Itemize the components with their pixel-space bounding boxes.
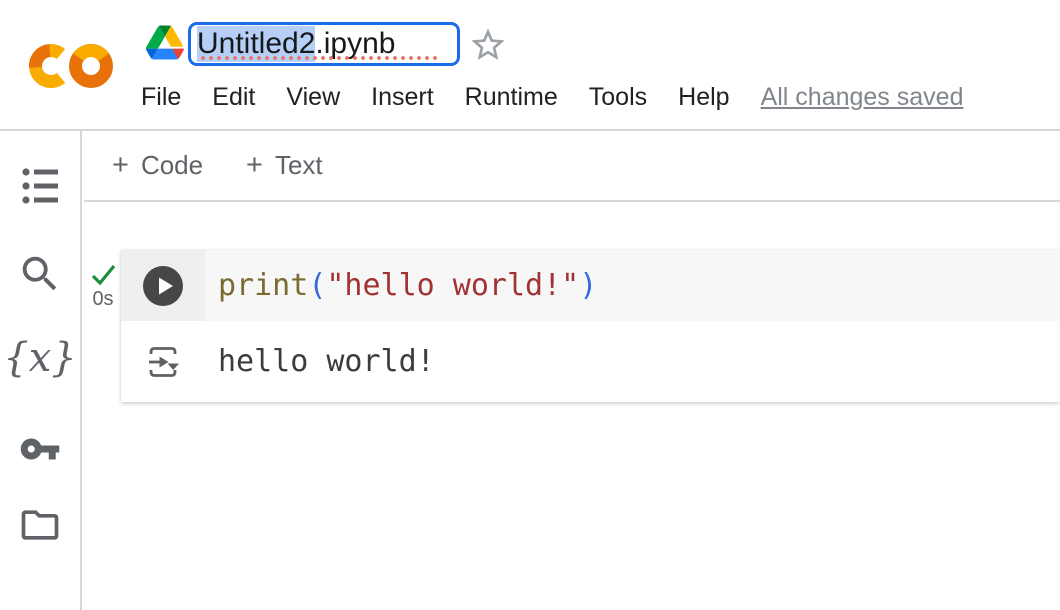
- menu-runtime[interactable]: Runtime: [465, 83, 558, 112]
- menu-insert[interactable]: Insert: [371, 83, 434, 112]
- cell-output-icon[interactable]: [146, 343, 180, 381]
- variables-icon[interactable]: {x}: [3, 334, 76, 382]
- code-token-string: "hello world!": [326, 268, 579, 303]
- filename-input[interactable]: Untitled2.ipynb: [188, 22, 460, 66]
- execution-indicator: 0s: [86, 263, 120, 311]
- star-outline-icon[interactable]: [468, 25, 508, 65]
- cell-output-row: hello world!: [121, 321, 1060, 402]
- table-of-contents-icon[interactable]: [22, 167, 58, 205]
- add-text-label: Text: [275, 150, 323, 181]
- code-token-close-paren: ): [579, 268, 597, 303]
- cell-code-row: print("hello world!"): [121, 250, 1060, 321]
- add-text-button[interactable]: + Text: [246, 148, 323, 182]
- add-code-button[interactable]: + Code: [112, 148, 203, 182]
- plus-icon: +: [112, 148, 129, 182]
- run-cell-button[interactable]: [143, 266, 183, 306]
- menu-help[interactable]: Help: [678, 83, 729, 112]
- code-token-function: print: [218, 268, 308, 303]
- check-icon: [90, 263, 117, 286]
- toolbar-divider: [84, 200, 1060, 202]
- code-editor[interactable]: print("hello world!"): [205, 250, 1060, 321]
- menu-file[interactable]: File: [141, 83, 181, 112]
- code-token-open-paren: (: [308, 268, 326, 303]
- save-status-link[interactable]: All changes saved: [761, 83, 964, 112]
- cell-run-gutter: [121, 250, 205, 321]
- menu-bar: File Edit View Insert Runtime Tools Help…: [141, 83, 963, 112]
- output-gutter: [121, 343, 205, 381]
- search-icon[interactable]: [17, 251, 63, 297]
- add-code-label: Code: [141, 150, 203, 181]
- folder-icon[interactable]: [18, 503, 62, 547]
- key-icon[interactable]: [19, 428, 61, 470]
- header: Untitled2.ipynb File Edit View Insert Ru…: [0, 0, 1060, 129]
- menu-edit[interactable]: Edit: [212, 83, 255, 112]
- plus-icon: +: [246, 148, 263, 182]
- menu-tools[interactable]: Tools: [589, 83, 647, 112]
- left-sidebar: {x}: [0, 131, 82, 610]
- cell-output-text: hello world!: [205, 344, 435, 379]
- cell-toolbar: + Code + Text: [84, 131, 1060, 200]
- colab-logo[interactable]: [28, 40, 118, 92]
- play-icon: [143, 266, 183, 306]
- google-drive-icon: [146, 25, 184, 60]
- code-cell: print("hello world!") hello world!: [121, 250, 1060, 402]
- execution-time: 0s: [92, 288, 113, 311]
- menu-view[interactable]: View: [286, 83, 340, 112]
- spellcheck-underline: [199, 55, 437, 61]
